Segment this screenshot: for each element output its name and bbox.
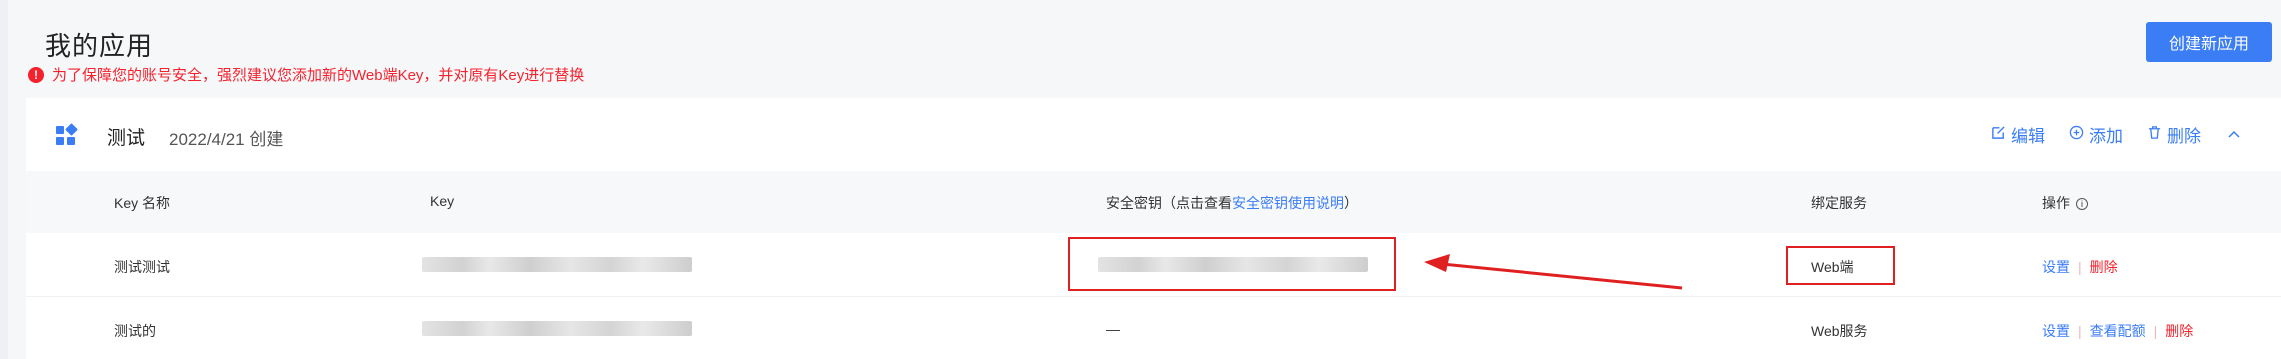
add-key-button[interactable]: 添加 bbox=[2069, 122, 2123, 147]
edit-app-button[interactable]: 编辑 bbox=[1991, 122, 2045, 147]
th-key: Key bbox=[430, 193, 455, 209]
page-title: 我的应用 bbox=[45, 31, 154, 61]
table-row: 测试的 — Web服务 设置 | 查看配额 | 删除 bbox=[26, 297, 2281, 359]
settings-link[interactable]: 设置 bbox=[2042, 259, 2070, 275]
app-grid-icon bbox=[56, 123, 78, 146]
key-name-cell: 测试的 bbox=[114, 323, 156, 339]
edit-label: 编辑 bbox=[2011, 127, 2045, 146]
edit-icon bbox=[1991, 125, 2006, 144]
info-icon[interactable]: i bbox=[2076, 198, 2088, 211]
annotation-arrow bbox=[1424, 254, 1683, 290]
th-key-name: Key 名称 bbox=[114, 195, 171, 211]
delete-app-button[interactable]: 删除 bbox=[2147, 122, 2201, 147]
th-secret: 安全密钥（点击查看安全密钥使用说明） bbox=[1106, 193, 1358, 213]
th-ops: 操作 i bbox=[2042, 193, 2088, 213]
trash-icon bbox=[2147, 125, 2162, 144]
view-quota-link[interactable]: 查看配额 bbox=[2090, 323, 2146, 339]
warning-text: 为了保障您的账号安全，强烈建议您添加新的Web端Key，并对原有Key进行替换 bbox=[52, 67, 585, 84]
annotation-box-secret bbox=[1068, 237, 1396, 291]
th-ops-label: 操作 bbox=[2042, 195, 2070, 211]
table-header: Key 名称 Key 安全密钥（点击查看安全密钥使用说明） 绑定服务 操作 i bbox=[26, 171, 2281, 233]
secret-cell: — bbox=[1106, 321, 1120, 337]
create-app-button[interactable]: 创建新应用 bbox=[2146, 22, 2272, 62]
service-cell: Web服务 bbox=[1811, 323, 1868, 339]
chevron-up-icon[interactable] bbox=[2227, 126, 2241, 144]
delete-key-link[interactable]: 删除 bbox=[2090, 259, 2118, 275]
left-sidebar-edge bbox=[0, 0, 8, 359]
app-name: 测试 bbox=[107, 128, 146, 149]
th-service: 绑定服务 bbox=[1811, 195, 1867, 211]
delete-key-link[interactable]: 删除 bbox=[2165, 323, 2193, 339]
key-value-blurred bbox=[422, 257, 692, 272]
app-card: 测试 2022/4/21 创建 编辑 添加 删除 Key 名称 Key 安全密钥… bbox=[26, 98, 2281, 359]
ops-cell: 设置 | 查看配额 | 删除 bbox=[2042, 323, 2194, 339]
key-name-cell: 测试测试 bbox=[114, 259, 170, 275]
settings-link[interactable]: 设置 bbox=[2042, 323, 2070, 339]
plus-circle-icon bbox=[2069, 125, 2084, 144]
app-actions: 编辑 添加 删除 bbox=[1967, 122, 2241, 147]
add-label: 添加 bbox=[2089, 127, 2123, 146]
th-secret-prefix: 安全密钥（点击查看 bbox=[1106, 195, 1232, 211]
key-value-blurred bbox=[422, 321, 692, 336]
th-secret-suffix: ） bbox=[1344, 195, 1358, 211]
annotation-box-service bbox=[1786, 246, 1895, 285]
app-card-header: 测试 2022/4/21 创建 编辑 添加 删除 bbox=[26, 98, 2281, 171]
secret-help-link[interactable]: 安全密钥使用说明 bbox=[1232, 195, 1344, 211]
app-created-date: 2022/4/21 创建 bbox=[169, 130, 284, 149]
ops-cell: 设置 | 删除 bbox=[2042, 259, 2118, 275]
security-warning: ! 为了保障您的账号安全，强烈建议您添加新的Web端Key，并对原有Key进行替… bbox=[28, 64, 584, 85]
delete-label: 删除 bbox=[2167, 127, 2201, 146]
warning-icon: ! bbox=[28, 66, 44, 83]
